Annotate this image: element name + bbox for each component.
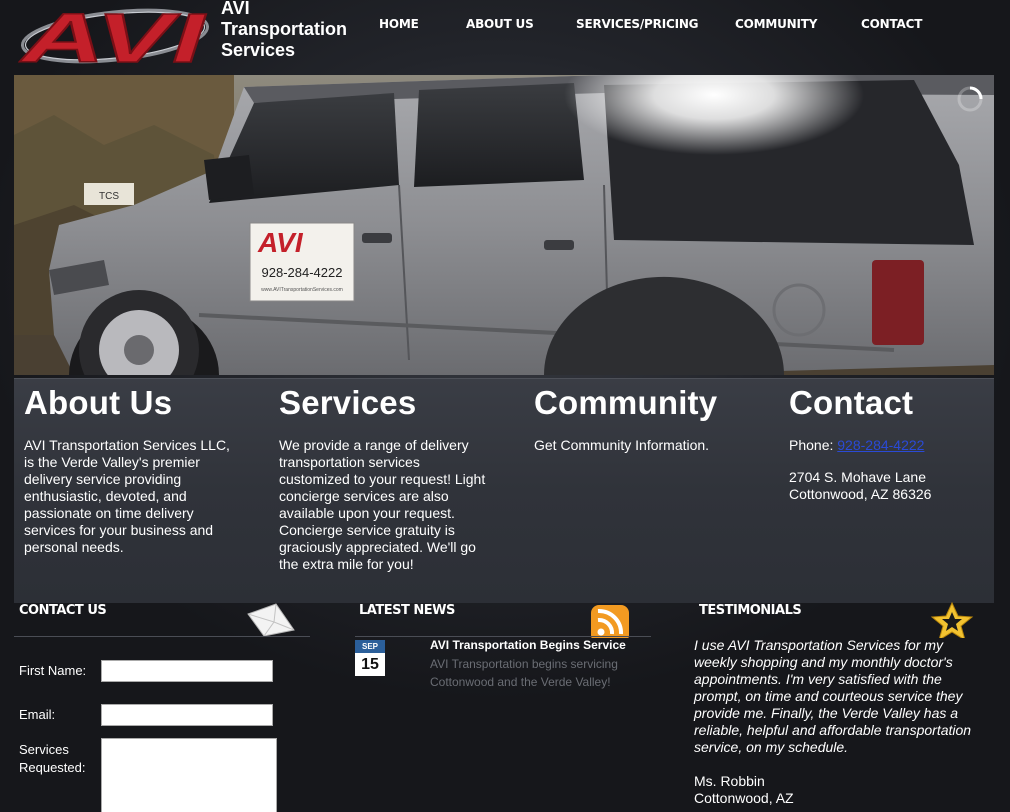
services-column: Services We provide a range of delivery … [279,379,489,573]
contact-address: 2704 S. Mohave Lane Cottonwood, AZ 86326 [789,469,999,503]
services-requested-label-1: Services [19,742,69,757]
contact-divider [14,636,310,637]
about-heading: About Us [24,384,173,421]
plate-text: TCS [99,191,119,202]
door-sign-web: www.AVITransportationServices.com [261,287,343,293]
address-line-2: Cottonwood, AZ 86326 [789,486,932,502]
info-panel: About Us AVI Transportation Services LLC… [14,378,994,603]
hero-slider[interactable]: TCS AVI 928-284-4222 www.AVITransportati… [14,75,994,375]
contact-column: Contact Phone: 928-284-4222 2704 S. Moha… [789,379,999,503]
nav-community[interactable]: COMMUNITY [735,17,817,31]
main-nav: HOME ABOUT US SERVICES/PRICING COMMUNITY… [0,17,1010,37]
first-name-label: First Name: [19,663,87,678]
phone-label: Phone: [789,437,838,453]
contact-phone-line: Phone: 928-284-4222 [789,437,999,454]
community-column: Community Get Community Information. [534,379,744,454]
community-text: Get Community Information. [534,437,710,453]
phone-link[interactable]: 928-284-4222 [837,437,924,453]
services-text: We provide a range of delivery transport… [279,437,486,572]
door-sign-phone: 928-284-4222 [262,265,343,280]
news-item-title[interactable]: AVI Transportation Begins Service [430,638,626,652]
services-requested-textarea[interactable] [101,738,277,812]
email-label: Email: [19,707,56,722]
news-date-day: 15 [355,653,385,676]
star-icon [930,602,974,638]
email-input[interactable] [101,704,273,726]
news-divider [355,636,651,637]
news-item-text: AVI Transportation begins servicing Cott… [430,657,618,689]
news-date-month: SEP [355,640,385,653]
latest-news-title: LATEST NEWS [359,603,455,618]
services-heading: Services [279,384,417,421]
slider-loader-icon [957,86,983,112]
contact-heading: Contact [789,384,914,421]
nav-services-pricing[interactable]: SERVICES/PRICING [576,17,699,31]
contact-us-title: CONTACT US [19,603,107,618]
nav-contact[interactable]: CONTACT [861,17,922,31]
testimonials-title: TESTIMONIALS [699,603,802,618]
community-heading: Community [534,384,718,421]
door-sign-logo: AVI [257,227,304,258]
testimonial-author-name: Ms. Robbin [694,773,765,789]
envelope-icon [247,603,295,637]
rss-icon[interactable] [588,602,634,638]
services-requested-label-2: Requested: [19,760,86,775]
testimonial-author: Ms. Robbin Cottonwood, AZ [694,773,794,807]
hero-image: TCS AVI 928-284-4222 www.AVITransportati… [14,75,994,375]
nav-about-us[interactable]: ABOUT US [466,17,534,31]
news-date-badge: SEP 15 [355,640,385,676]
nav-home[interactable]: HOME [379,17,419,31]
about-column: About Us AVI Transportation Services LLC… [24,379,234,556]
address-line-1: 2704 S. Mohave Lane [789,469,926,485]
about-text: AVI Transportation Services LLC, is the … [24,437,230,555]
testimonial-quote: I use AVI Transportation Services for my… [694,637,972,755]
first-name-input[interactable] [101,660,273,682]
testimonial-author-location: Cottonwood, AZ [694,790,794,806]
site-header: AVI AVI Transportation Services HOME ABO… [0,0,1010,72]
